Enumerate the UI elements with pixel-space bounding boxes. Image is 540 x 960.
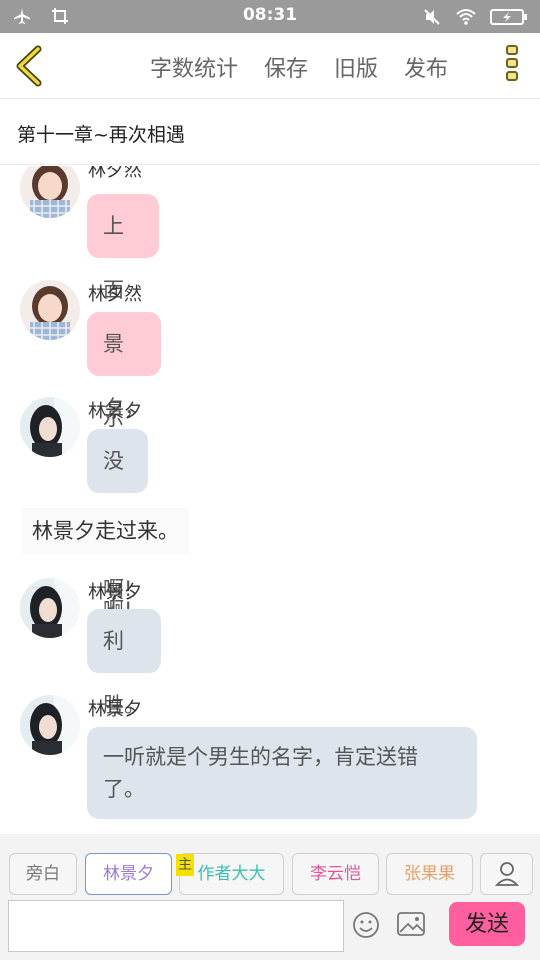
chat-bubble[interactable]: 一听就是个男生的名字，肯定送错 了。 [87,727,477,819]
role-label: 作者大大 [197,864,266,884]
role-label: 旁白 [26,864,60,884]
narration-text[interactable]: 林景夕走过来。 [22,508,189,554]
more-vertical-icon[interactable] [504,45,520,89]
role-lin-jingxi[interactable]: 林景夕 [85,853,172,895]
mute-icon [424,9,440,25]
chat-bubble[interactable]: 景夕，你定快递了吗? [87,312,161,676]
girl-dark-hair-avatar[interactable] [20,695,80,755]
girl-plaid-avatar[interactable] [20,280,80,340]
bubble-line: 一听就是个男生的名字，肯定送错 [103,745,418,769]
wifi-icon [456,9,476,25]
role-label: 李云恺 [310,864,361,884]
main-role-badge: 主 [176,854,194,876]
message-input[interactable] [8,900,344,952]
send-button[interactable]: 发送 [449,902,525,946]
publish-button[interactable]: 发布 [404,51,448,83]
chapter-header: 第十一章~再次相遇 [0,100,540,165]
add-role-button[interactable] [480,853,533,895]
chat-bubble[interactable]: 上面显示是201啊! [87,194,160,622]
person-icon [494,862,519,886]
sender-name: 林夕然 [88,166,142,181]
old-version-button[interactable]: 旧版 [334,51,378,83]
image-icon[interactable] [396,911,426,937]
chat-bubble[interactable]: 没有啊! [87,429,149,601]
editor-toolbar: 字数统计 保存 旧版 发布 [0,33,540,99]
toolbar-actions: 字数统计 保存 旧版 发布 [150,51,448,83]
role-selector-bar: 旁白 林景夕 作者大大 主 李云恺 张果果 [0,834,540,896]
bubble-line: 了。 [103,777,145,801]
back-chevron-icon[interactable] [10,45,50,87]
smiley-icon[interactable] [352,911,380,939]
girl-dark-hair-avatar[interactable] [20,578,80,638]
girl-dark-hair-avatar[interactable] [20,397,80,457]
role-author[interactable]: 作者大大 [179,853,284,895]
role-li-yunkai[interactable]: 李云恺 [292,853,379,895]
chapter-title[interactable]: 第十一章~再次相遇 [17,120,185,147]
role-narrator[interactable]: 旁白 [9,853,77,895]
sender-name: 林景夕 [88,699,142,720]
chat-area[interactable]: 林夕然 上面显示是201啊! 林夕然 景夕，你定快递了吗? [0,166,540,834]
role-label: 林景夕 [103,864,154,884]
role-zhang-guoguo[interactable]: 张果果 [386,853,473,895]
role-label: 张果果 [404,864,455,884]
status-bar: 08:31 [0,0,540,33]
sender-name: 林景夕 [88,582,142,603]
sender-name: 林夕然 [88,284,142,305]
word-count-button[interactable]: 字数统计 [150,51,238,83]
composer-bar: 发送 [0,896,540,960]
battery-charging-icon [490,9,527,25]
chat-bubble[interactable]: 利胜。 [87,609,161,717]
girl-plaid-avatar[interactable] [20,166,80,218]
save-button[interactable]: 保存 [264,51,308,83]
sender-name: 林景夕 [88,401,142,422]
